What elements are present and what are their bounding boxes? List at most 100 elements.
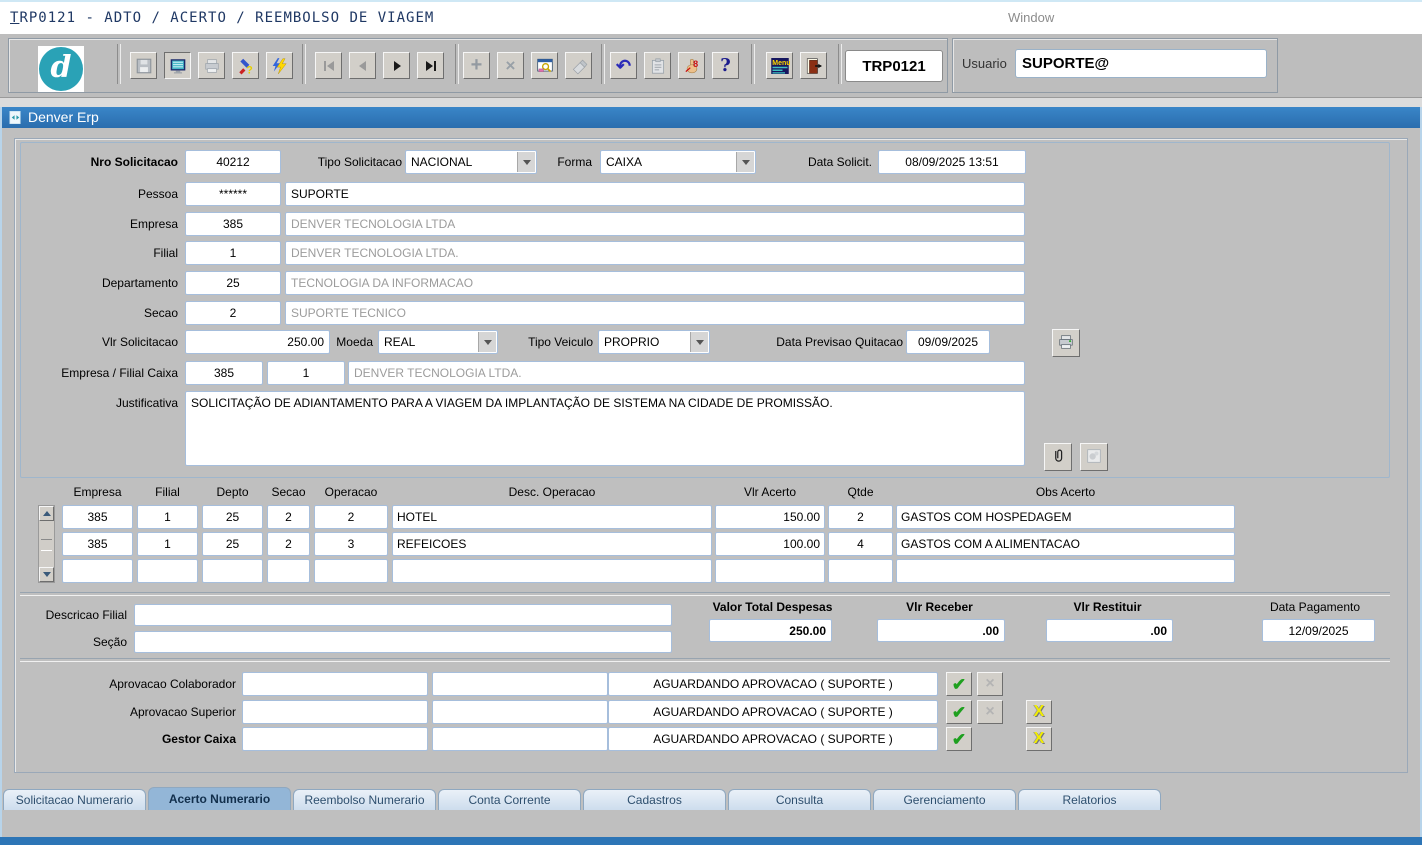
grid-cell[interactable]: GASTOS COM A ALIMENTACAO bbox=[896, 532, 1235, 556]
grid-cell[interactable]: 2 bbox=[267, 532, 310, 556]
grid-cell[interactable]: 4 bbox=[828, 532, 893, 556]
grid-cell[interactable] bbox=[314, 559, 388, 583]
grid-cell[interactable] bbox=[137, 559, 198, 583]
approve-button[interactable]: ✔ bbox=[946, 727, 972, 751]
departamento-code-field[interactable]: 25 bbox=[185, 271, 281, 295]
aprovacao-colaborador-date-field[interactable] bbox=[242, 672, 428, 696]
chevron-down-icon[interactable] bbox=[517, 152, 535, 172]
delete-record-button[interactable]: × bbox=[497, 52, 524, 79]
user-field[interactable]: SUPORTE@ bbox=[1015, 49, 1267, 78]
save-button[interactable] bbox=[130, 52, 157, 79]
cancel-approval-button[interactable]: X bbox=[1026, 700, 1052, 724]
menu-item-window[interactable]: Window bbox=[1008, 10, 1054, 25]
grid-cell[interactable]: 1 bbox=[137, 532, 198, 556]
screen-button[interactable] bbox=[164, 52, 191, 79]
aprovacao-colaborador-name-field[interactable] bbox=[432, 672, 608, 696]
grid-cell[interactable]: 1 bbox=[137, 505, 198, 529]
grid-cell[interactable] bbox=[715, 559, 825, 583]
grid-cell[interactable]: 25 bbox=[202, 505, 263, 529]
grid-cell[interactable]: 385 bbox=[62, 532, 133, 556]
grid-cell[interactable] bbox=[62, 559, 133, 583]
print-request-button[interactable] bbox=[1052, 329, 1080, 357]
grid-cell[interactable] bbox=[828, 559, 893, 583]
filial-code-field[interactable]: 1 bbox=[185, 241, 281, 265]
execute-button[interactable] bbox=[266, 52, 293, 79]
tipo-solicitacao-combo[interactable]: NACIONAL bbox=[405, 150, 537, 174]
menu-button[interactable]: Menu bbox=[766, 52, 793, 79]
gestor-caixa-name-field[interactable] bbox=[432, 727, 608, 751]
aprovacao-superior-name-field[interactable] bbox=[432, 700, 608, 724]
secao-footer-field[interactable] bbox=[134, 631, 672, 653]
grid-cell[interactable] bbox=[896, 559, 1235, 583]
grid-cell[interactable] bbox=[392, 559, 712, 583]
nav-last-button[interactable] bbox=[417, 52, 444, 79]
chevron-down-icon[interactable] bbox=[736, 152, 754, 172]
image-button[interactable] bbox=[1080, 443, 1108, 471]
clipboard-button[interactable] bbox=[644, 52, 671, 79]
grid-cell[interactable]: 100.00 bbox=[715, 532, 825, 556]
descricao-filial-field[interactable] bbox=[134, 604, 672, 626]
grid-cell[interactable]: 385 bbox=[62, 505, 133, 529]
tab-acerto-numerario[interactable]: Acerto Numerario bbox=[148, 787, 291, 810]
gestor-caixa-date-field[interactable] bbox=[242, 727, 428, 751]
exit-button[interactable] bbox=[800, 52, 827, 79]
caixa-empresa-field[interactable]: 385 bbox=[185, 361, 263, 385]
grid-cell[interactable] bbox=[202, 559, 263, 583]
grid-cell[interactable]: 2 bbox=[828, 505, 893, 529]
scroll-down-button[interactable] bbox=[39, 567, 54, 582]
tab-cadastros[interactable]: Cadastros bbox=[583, 789, 726, 810]
aprovacao-superior-date-field[interactable] bbox=[242, 700, 428, 724]
data-previsao-field[interactable]: 09/09/2025 bbox=[906, 330, 990, 354]
caixa-filial-field[interactable]: 1 bbox=[267, 361, 345, 385]
query-button[interactable] bbox=[531, 52, 558, 79]
attachment-button[interactable] bbox=[1044, 443, 1072, 471]
cancel-query-button[interactable]: 8 bbox=[678, 52, 705, 79]
data-solicit-field[interactable]: 08/09/2025 13:51 bbox=[878, 150, 1026, 174]
grid-cell[interactable] bbox=[267, 559, 310, 583]
tab-reembolso-numerario[interactable]: Reembolso Numerario bbox=[293, 789, 436, 810]
grid-cell[interactable]: 2 bbox=[267, 505, 310, 529]
vlr-solicitacao-field[interactable]: 250.00 bbox=[185, 330, 330, 354]
print-button[interactable] bbox=[198, 52, 225, 79]
scrollbar-grip[interactable] bbox=[41, 539, 52, 551]
tab-solicitacao-numerario[interactable]: Solicitacao Numerario bbox=[3, 789, 146, 810]
moeda-combo[interactable]: REAL bbox=[378, 330, 498, 354]
clear-button[interactable] bbox=[565, 52, 592, 79]
tab-gerenciamento[interactable]: Gerenciamento bbox=[873, 789, 1016, 810]
nro-solicitacao-field[interactable]: 40212 bbox=[185, 150, 281, 174]
nav-next-button[interactable] bbox=[383, 52, 410, 79]
justificativa-textarea[interactable]: SOLICITAÇÃO DE ADIANTAMENTO PARA A VIAGE… bbox=[185, 391, 1025, 466]
help-button[interactable]: ? bbox=[712, 52, 739, 79]
add-record-button[interactable]: + bbox=[463, 52, 490, 79]
tab-conta-corrente[interactable]: Conta Corrente bbox=[438, 789, 581, 810]
pessoa-code-field[interactable]: ****** bbox=[185, 182, 281, 206]
data-pagamento-field[interactable]: 12/09/2025 bbox=[1262, 619, 1375, 642]
pessoa-desc-field[interactable]: SUPORTE bbox=[285, 182, 1025, 206]
cancel-approval-button[interactable]: X bbox=[1026, 727, 1052, 751]
undo-button[interactable]: ↶ bbox=[610, 52, 637, 79]
forma-combo[interactable]: CAIXA bbox=[600, 150, 756, 174]
grid-scrollbar[interactable] bbox=[38, 505, 55, 583]
grid-cell[interactable]: 25 bbox=[202, 532, 263, 556]
grid-cell[interactable]: REFEICOES bbox=[392, 532, 712, 556]
grid-cell[interactable]: 150.00 bbox=[715, 505, 825, 529]
grid-cell[interactable]: HOTEL bbox=[392, 505, 712, 529]
grid-cell[interactable]: 3 bbox=[314, 532, 388, 556]
nav-prev-button[interactable] bbox=[349, 52, 376, 79]
grid-cell[interactable]: GASTOS COM HOSPEDAGEM bbox=[896, 505, 1235, 529]
nav-first-button[interactable] bbox=[315, 52, 342, 79]
approve-button[interactable]: ✔ bbox=[946, 672, 972, 696]
tipo-veiculo-combo[interactable]: PROPRIO bbox=[598, 330, 710, 354]
empresa-code-field[interactable]: 385 bbox=[185, 212, 281, 236]
tab-consulta[interactable]: Consulta bbox=[728, 789, 871, 810]
scroll-up-button[interactable] bbox=[39, 506, 54, 521]
chevron-down-icon[interactable] bbox=[690, 332, 708, 352]
chevron-down-icon[interactable] bbox=[478, 332, 496, 352]
grid-cell[interactable]: 2 bbox=[314, 505, 388, 529]
help-search-button[interactable]: ? bbox=[232, 52, 259, 79]
secao-code-field[interactable]: 2 bbox=[185, 301, 281, 325]
grid-header-secao: Secao bbox=[267, 485, 310, 500]
approve-button[interactable]: ✔ bbox=[946, 700, 972, 724]
tab-relatorios[interactable]: Relatorios bbox=[1018, 789, 1161, 810]
svg-text:Menu: Menu bbox=[772, 59, 790, 66]
